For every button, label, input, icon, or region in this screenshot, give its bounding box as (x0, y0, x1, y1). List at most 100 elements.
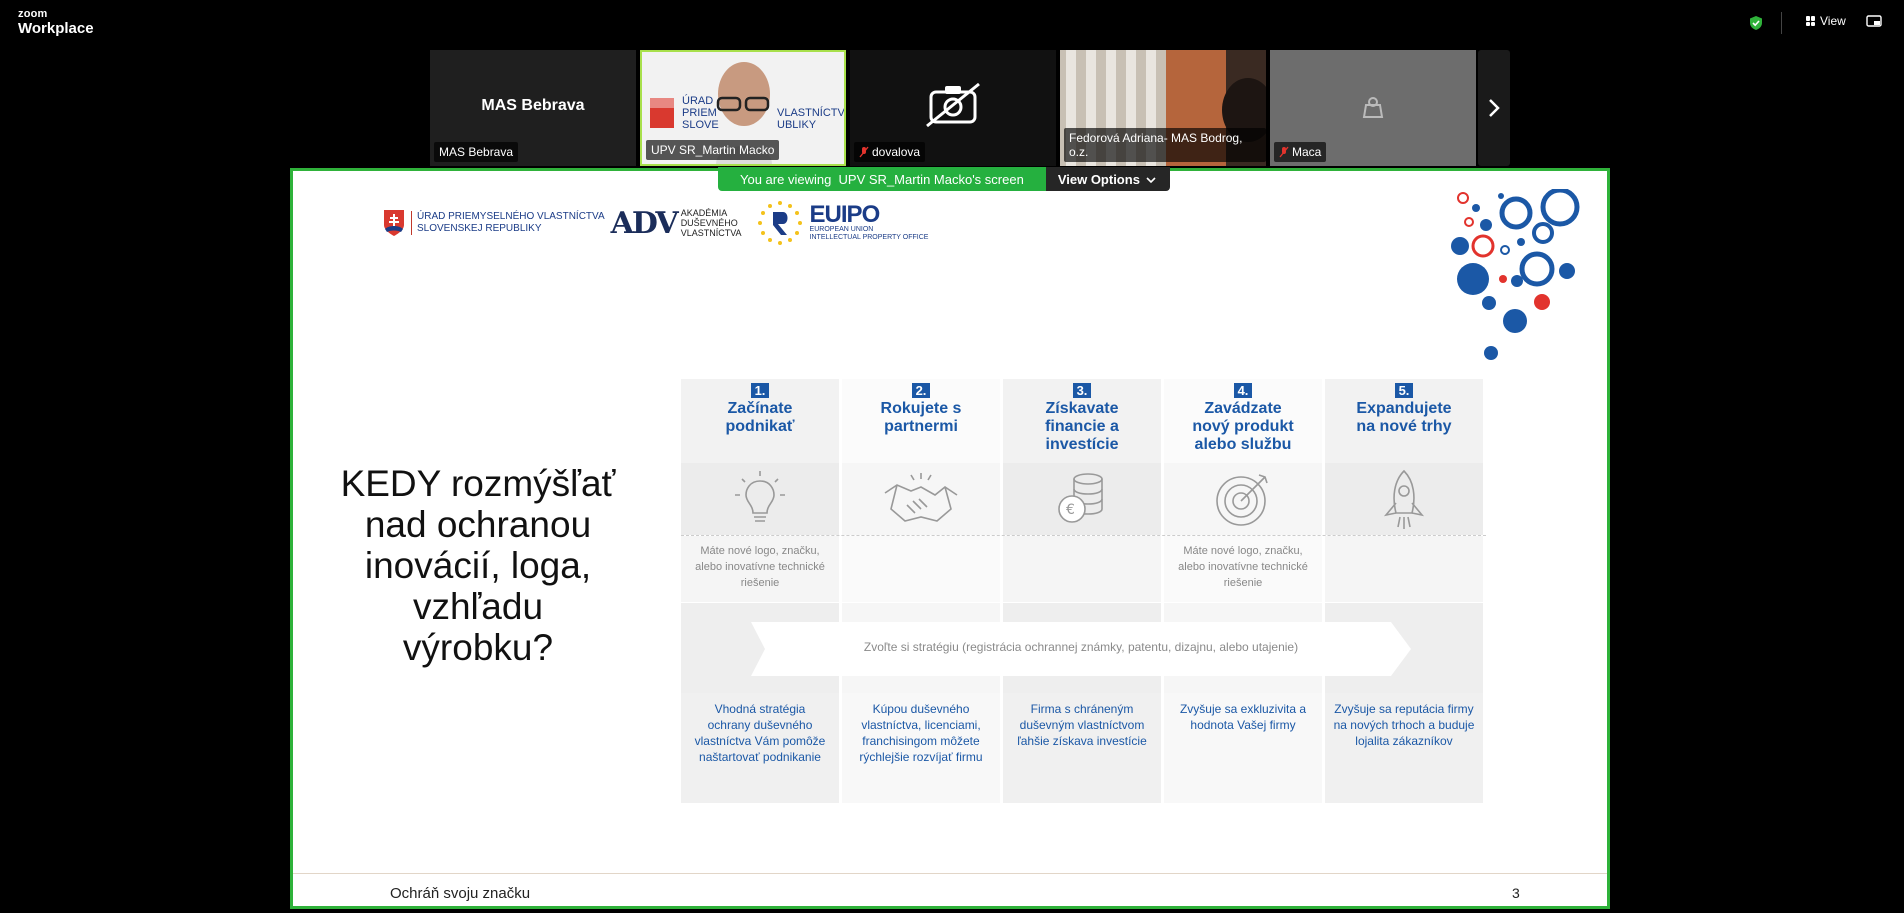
participant-name-label: MAS Bebrava (434, 142, 519, 162)
upv-logo-text: ÚRAD PRIEMYSELNÉHO VLASTNÍCTVA SLOVENSKE… (411, 211, 605, 235)
slide-footer-text: Ochráň svoju značku (390, 885, 531, 902)
eu-stars-icon (757, 201, 802, 245)
participant-tile[interactable]: Maca (1270, 50, 1476, 166)
camera-off-icon (926, 82, 980, 128)
participant-name: MAS Bebrava (439, 145, 514, 159)
top-divider (1781, 12, 1782, 34)
step-column: 1. Začínate podnikať Máte nové logo, znač… (681, 379, 839, 803)
view-options-button[interactable]: View Options (1045, 167, 1170, 191)
euipo-line2: INTELLECTUAL PROPERTY OFFICE (809, 234, 929, 241)
viewing-label: You are viewing UPV SR_Martin Macko's sc… (718, 167, 1046, 191)
dashed-divider (681, 535, 1486, 536)
viewing-prefix: You are viewing (740, 172, 832, 187)
slovak-coat-of-arms-icon (384, 210, 404, 236)
top-bar: zoom Workplace View (0, 0, 1904, 48)
shield-icon[interactable] (1748, 15, 1764, 31)
svg-text:PRIEM: PRIEM (682, 107, 717, 119)
step-header: 3. Získavate financie a investície (1003, 379, 1161, 463)
step-benefit: Zvyšuje sa exkluzivita a hodnota Vašej f… (1164, 693, 1322, 803)
participant-name-label: Fedorová Adriana- MAS Bodrog, o.z. (1064, 128, 1266, 162)
logo-big: Workplace (18, 20, 94, 37)
lightbulb-icon (735, 471, 785, 522)
step-column: 4. Zavádzate nový produkt alebo službu Má… (1164, 379, 1322, 803)
step-header: 1. Začínate podnikať (681, 379, 839, 463)
upv-line2: SLOVENSKEJ REPUBLIKY (417, 223, 542, 234)
step-icon-cell (1325, 463, 1483, 535)
step-column: 2. Rokujete s partnermi Kúpou duševného v… (842, 379, 1000, 803)
step-header: 2. Rokujete s partnermi (842, 379, 1000, 463)
svg-text:VLASTNÍCTVA: VLASTNÍCTVA (777, 106, 846, 119)
participant-tile[interactable]: Fedorová Adriana- MAS Bodrog, o.z. (1060, 50, 1266, 166)
step-number: 5. (1394, 383, 1414, 398)
adv-line1: AKADÉMIA (680, 208, 728, 218)
participant-tile-active-speaker[interactable]: ÚRAD PRIEM SLOVE VLASTNÍCTVA UBLIKY UPV … (640, 50, 846, 166)
view-label: View (1820, 14, 1846, 28)
step-column: 3. Získavate financie a investície € Firm… (1003, 379, 1161, 803)
adv-mark: ADV (610, 205, 679, 241)
step-icon-cell: € (1003, 463, 1161, 535)
strategy-text: Zvoľte si stratégiu (registrácia ochrann… (863, 640, 1299, 654)
slide-title: KEDY rozmýšľať nad ochranou inovácií, lo… (340, 463, 616, 668)
mic-off-icon (859, 146, 869, 158)
next-participants-button[interactable] (1478, 50, 1510, 166)
step-benefit: Kúpou duševného vlastníctva, licenciami,… (842, 693, 1000, 803)
svg-text:UBLIKY: UBLIKY (777, 119, 817, 131)
target-icon (1216, 474, 1268, 526)
adv-logo-text: AKADÉMIA DUŠEVNÉHO VLASTNÍCTVA (681, 208, 742, 238)
svg-text:€: € (1066, 502, 1075, 518)
chevron-right-icon (1489, 99, 1500, 117)
participant-name: Fedorová Adriana- MAS Bodrog, o.z. (1069, 131, 1243, 159)
footer-divider (293, 873, 1607, 874)
step-description (1325, 536, 1483, 602)
participant-name-label: dovalova (854, 142, 926, 162)
step-number: 2. (911, 383, 931, 398)
slide-page-number: 3 (1512, 885, 1520, 901)
avatar-placeholder-icon (1362, 97, 1384, 118)
step-icon-cell (681, 463, 839, 535)
participant-tile[interactable]: dovalova (850, 50, 1056, 166)
step-benefit: Vhodná stratégia ochrany duševného vlast… (681, 693, 839, 803)
shared-screen[interactable]: ÚRAD PRIEMYSELNÉHO VLASTNÍCTVA SLOVENSKE… (290, 168, 1610, 909)
upv-logo: ÚRAD PRIEMYSELNÉHO VLASTNÍCTVA SLOVENSKE… (383, 209, 605, 237)
step-benefit: Firma s chráneným duševným vlastníctvom … (1003, 693, 1161, 803)
step-title: Získavate financie a investície (1045, 400, 1119, 453)
rocket-icon (1383, 469, 1425, 529)
step-description: Máte nové logo, značku, alebo inovatívne… (681, 536, 839, 602)
euipo-name: EUIPO (809, 201, 881, 228)
svg-text:ÚRAD: ÚRAD (682, 94, 713, 107)
viewing-name: UPV SR_Martin Macko's screen (838, 172, 1024, 187)
upv-line1: ÚRAD PRIEMYSELNÉHO VLASTNÍCTVA (417, 211, 605, 222)
steps-table: 1. Začínate podnikať Máte nové logo, znač… (681, 379, 1486, 803)
step-title: Začínate podnikať (725, 400, 795, 435)
step-number: 4. (1233, 383, 1253, 398)
slide-logos: ÚRAD PRIEMYSELNÉHO VLASTNÍCTVA SLOVENSKE… (383, 199, 928, 247)
step-title: Expandujete na nové trhy (1356, 400, 1452, 435)
step-benefit: Zvyšuje sa reputácia firmy na nových trh… (1325, 693, 1483, 803)
adv-logo: ADV AKADÉMIA DUŠEVNÉHO VLASTNÍCTVA (611, 206, 742, 241)
step-description: Máte nové logo, značku, alebo inovatívne… (1164, 536, 1322, 602)
coins-icon: € (1058, 473, 1103, 523)
chevron-down-icon (1146, 177, 1156, 184)
picture-in-picture-icon[interactable] (1866, 15, 1882, 29)
step-number: 3. (1072, 383, 1092, 398)
view-button[interactable]: View (1806, 14, 1846, 28)
view-options-label: View Options (1057, 172, 1140, 187)
step-column: 5. Expandujete na nové trhy Zvyšuje sa re… (1325, 379, 1483, 803)
step-number: 1. (750, 383, 770, 398)
step-header: 4. Zavádzate nový produkt alebo službu (1164, 379, 1322, 463)
adv-line2: DUŠEVNÉHO (680, 218, 738, 228)
adv-line3: VLASTNÍCTVA (680, 228, 742, 238)
strategy-arrow: Zvoľte si stratégiu (registrácia ochrann… (751, 622, 1411, 676)
mic-off-icon (1279, 146, 1289, 158)
grid-icon (1806, 16, 1816, 26)
participant-tile[interactable]: MAS Bebrava MAS Bebrava (430, 50, 636, 166)
step-header: 5. Expandujete na nové trhy (1325, 379, 1483, 463)
step-icon-cell (1164, 463, 1322, 535)
step-description (1003, 536, 1161, 602)
participant-name: UPV SR_Martin Macko (651, 143, 775, 157)
participant-name: Maca (1292, 145, 1322, 159)
participant-display-name: MAS Bebrava (481, 97, 585, 114)
zoom-workplace-logo: zoom Workplace (18, 9, 94, 37)
decorative-circles-graphic (1451, 189, 1580, 360)
step-title: Zavádzate nový produkt alebo službu (1192, 400, 1294, 453)
